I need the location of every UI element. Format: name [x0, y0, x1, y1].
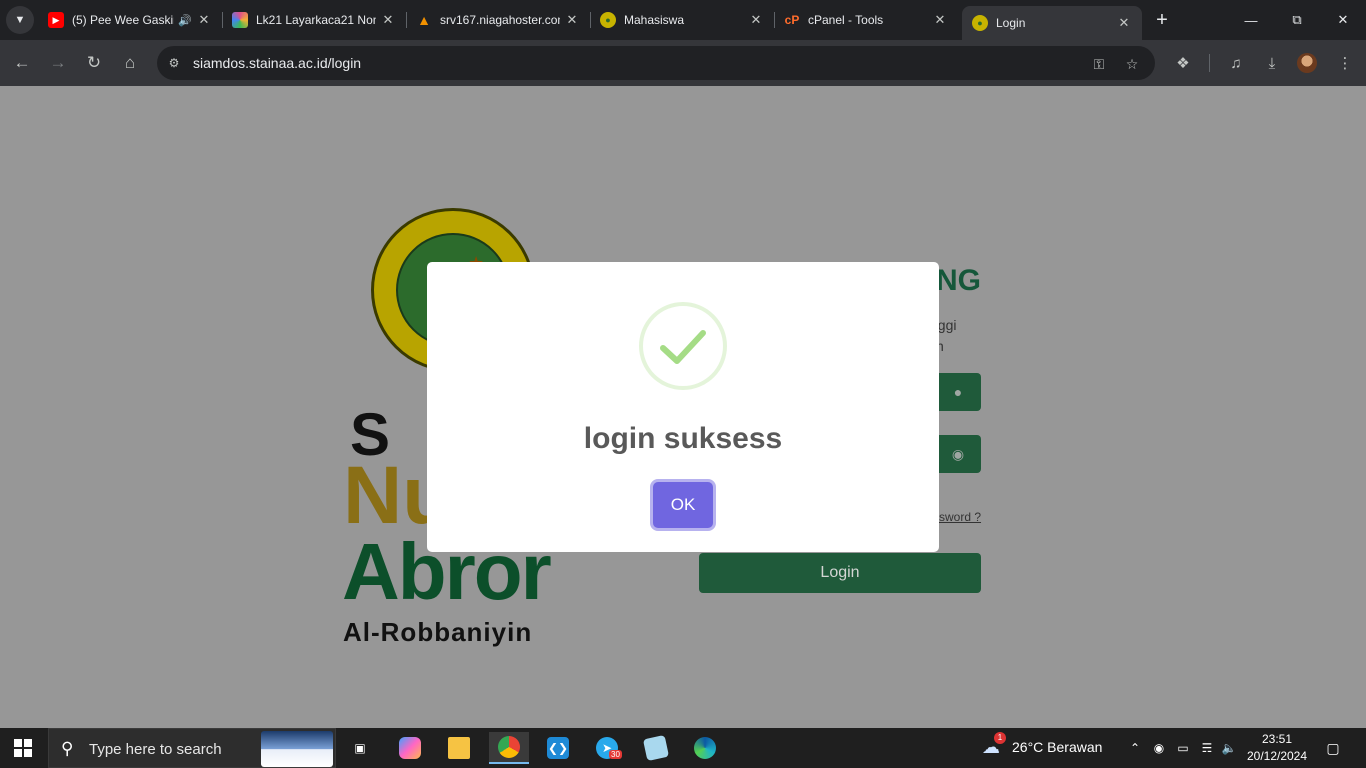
taskbar-search[interactable]: ⚲ Type here to search	[48, 728, 336, 768]
forward-button[interactable]: →	[44, 49, 72, 77]
youtube-icon: ▶	[48, 12, 64, 28]
tab-title: Mahasiswa	[624, 13, 685, 27]
notification-icon[interactable]: ▢	[1324, 739, 1342, 757]
tab-title: (5) Pee Wee Gaskins	[72, 13, 174, 27]
cloud-icon: ☁ 1	[982, 732, 1006, 756]
search-placeholder: Type here to search	[89, 741, 222, 758]
close-tab-icon[interactable]: ✕	[1116, 15, 1132, 31]
tab-title: srv167.niagahoster.com	[440, 13, 560, 27]
download-icon[interactable]: ⤓	[1260, 51, 1284, 75]
wifi-icon[interactable]: ☴	[1199, 740, 1215, 756]
dialog-title: login suksess	[583, 422, 783, 455]
new-tab-button[interactable]: +	[1150, 8, 1174, 32]
ok-button[interactable]: OK	[653, 482, 713, 528]
site-info-icon[interactable]: ⚙	[165, 54, 183, 72]
tab-login[interactable]: ● Login ✕	[962, 6, 1142, 40]
volume-icon[interactable]: 🔈	[1221, 740, 1237, 756]
tab-lk21[interactable]: Lk21 Layarkaca21 Nonton ✕	[222, 0, 407, 40]
browser-tab-strip: ▼ ▶ (5) Pee Wee Gaskins 🔊 ✕ Lk21 Layarka…	[0, 0, 1366, 40]
weather-badge: 1	[994, 732, 1006, 744]
edge-icon[interactable]	[685, 732, 725, 764]
success-dialog: login suksess OK	[427, 262, 939, 552]
task-view-icon[interactable]: ▣	[340, 732, 380, 764]
tab-title: cPanel - Tools	[808, 13, 884, 27]
camera-tray-icon[interactable]: ◉	[1151, 740, 1167, 756]
weather-widget[interactable]: ☁ 1 26°C Berawan	[982, 732, 1103, 756]
login-button[interactable]: Login	[699, 553, 981, 593]
telegram-unread-badge: 30	[609, 750, 622, 759]
close-tab-icon[interactable]: ✕	[564, 12, 580, 28]
system-clock[interactable]: 23:51 20/12/2024	[1240, 731, 1314, 765]
close-tab-icon[interactable]: ✕	[196, 12, 212, 28]
media-control-icon[interactable]: ♫	[1224, 51, 1248, 75]
menu-kebab-icon[interactable]: ⋮	[1333, 51, 1357, 75]
toolbar-divider	[1209, 54, 1210, 72]
extensions-icon[interactable]: ❖	[1171, 51, 1195, 75]
chevron-up-icon[interactable]: ⌃	[1127, 740, 1143, 756]
profile-avatar[interactable]	[1297, 53, 1317, 73]
user-circle-icon: ●	[953, 384, 963, 400]
search-highlight-image	[261, 731, 333, 767]
close-tab-icon[interactable]: ✕	[748, 12, 764, 28]
niagahoster-icon: ▲	[417, 12, 431, 28]
close-tab-icon[interactable]: ✕	[932, 12, 948, 28]
tab-title: Login	[996, 16, 1026, 30]
search-icon: ⚲	[61, 739, 74, 758]
tab-title: Lk21 Layarkaca21 Nonton	[256, 13, 376, 27]
back-button[interactable]: ←	[8, 49, 36, 77]
campus-logo-icon: ●	[972, 15, 988, 31]
minimize-button[interactable]: —	[1228, 0, 1274, 40]
browser-toolbar: ← → ↻ ⌂ ⚙ siamdos.stainaa.ac.id/login ⚿ …	[0, 40, 1366, 86]
cpanel-icon: cP	[784, 13, 800, 27]
pinwheel-icon	[232, 12, 248, 28]
tab-niagahoster[interactable]: ▲ srv167.niagahoster.com ✕	[406, 0, 591, 40]
tab-cpanel[interactable]: cP cPanel - Tools ✕	[774, 0, 958, 40]
notes-app-icon[interactable]	[636, 732, 676, 764]
eye-icon[interactable]: ◉	[949, 445, 967, 463]
battery-icon[interactable]: ▭	[1175, 740, 1191, 756]
tab-search-button[interactable]: ▼	[6, 6, 34, 34]
bookmark-star-icon[interactable]: ☆	[1122, 54, 1142, 74]
copilot-icon[interactable]	[390, 732, 430, 764]
url-text[interactable]: siamdos.stainaa.ac.id/login	[193, 55, 361, 71]
success-check-icon	[639, 302, 727, 390]
telegram-icon[interactable]: ➤ 30	[587, 732, 627, 764]
campus-logo-icon: ●	[600, 12, 616, 28]
windows-taskbar: ⚲ Type here to search ▣ ❮❯ ➤ 30 ☁ 1 26°C …	[0, 728, 1366, 768]
clock-date: 20/12/2024	[1246, 749, 1308, 763]
close-window-button[interactable]: ✕	[1320, 0, 1366, 40]
password-key-icon[interactable]: ⚿	[1089, 54, 1109, 74]
chrome-taskbar-icon[interactable]	[489, 732, 529, 764]
login-heading: NG	[936, 264, 981, 297]
reload-button[interactable]: ↻	[80, 49, 108, 77]
speaker-icon[interactable]: 🔊	[178, 14, 192, 27]
weather-text: 26°C Berawan	[1012, 739, 1103, 755]
vscode-icon[interactable]: ❮❯	[538, 732, 578, 764]
close-tab-icon[interactable]: ✕	[380, 12, 396, 28]
tab-mahasiswa[interactable]: ● Mahasiswa ✕	[590, 0, 775, 40]
address-bar[interactable]: ⚙ siamdos.stainaa.ac.id/login ⚿ ☆	[157, 46, 1155, 80]
tab-youtube[interactable]: ▶ (5) Pee Wee Gaskins 🔊 ✕	[38, 0, 223, 40]
restore-button[interactable]: ⧉	[1274, 0, 1320, 40]
home-button[interactable]: ⌂	[116, 49, 144, 77]
windows-start-icon[interactable]	[14, 739, 32, 757]
clock-time: 23:51	[1261, 732, 1293, 746]
forgot-password-link[interactable]: sword ?	[939, 510, 981, 524]
brand-line-4: Al-Robbaniyin	[343, 617, 533, 647]
file-explorer-icon[interactable]	[439, 732, 479, 764]
